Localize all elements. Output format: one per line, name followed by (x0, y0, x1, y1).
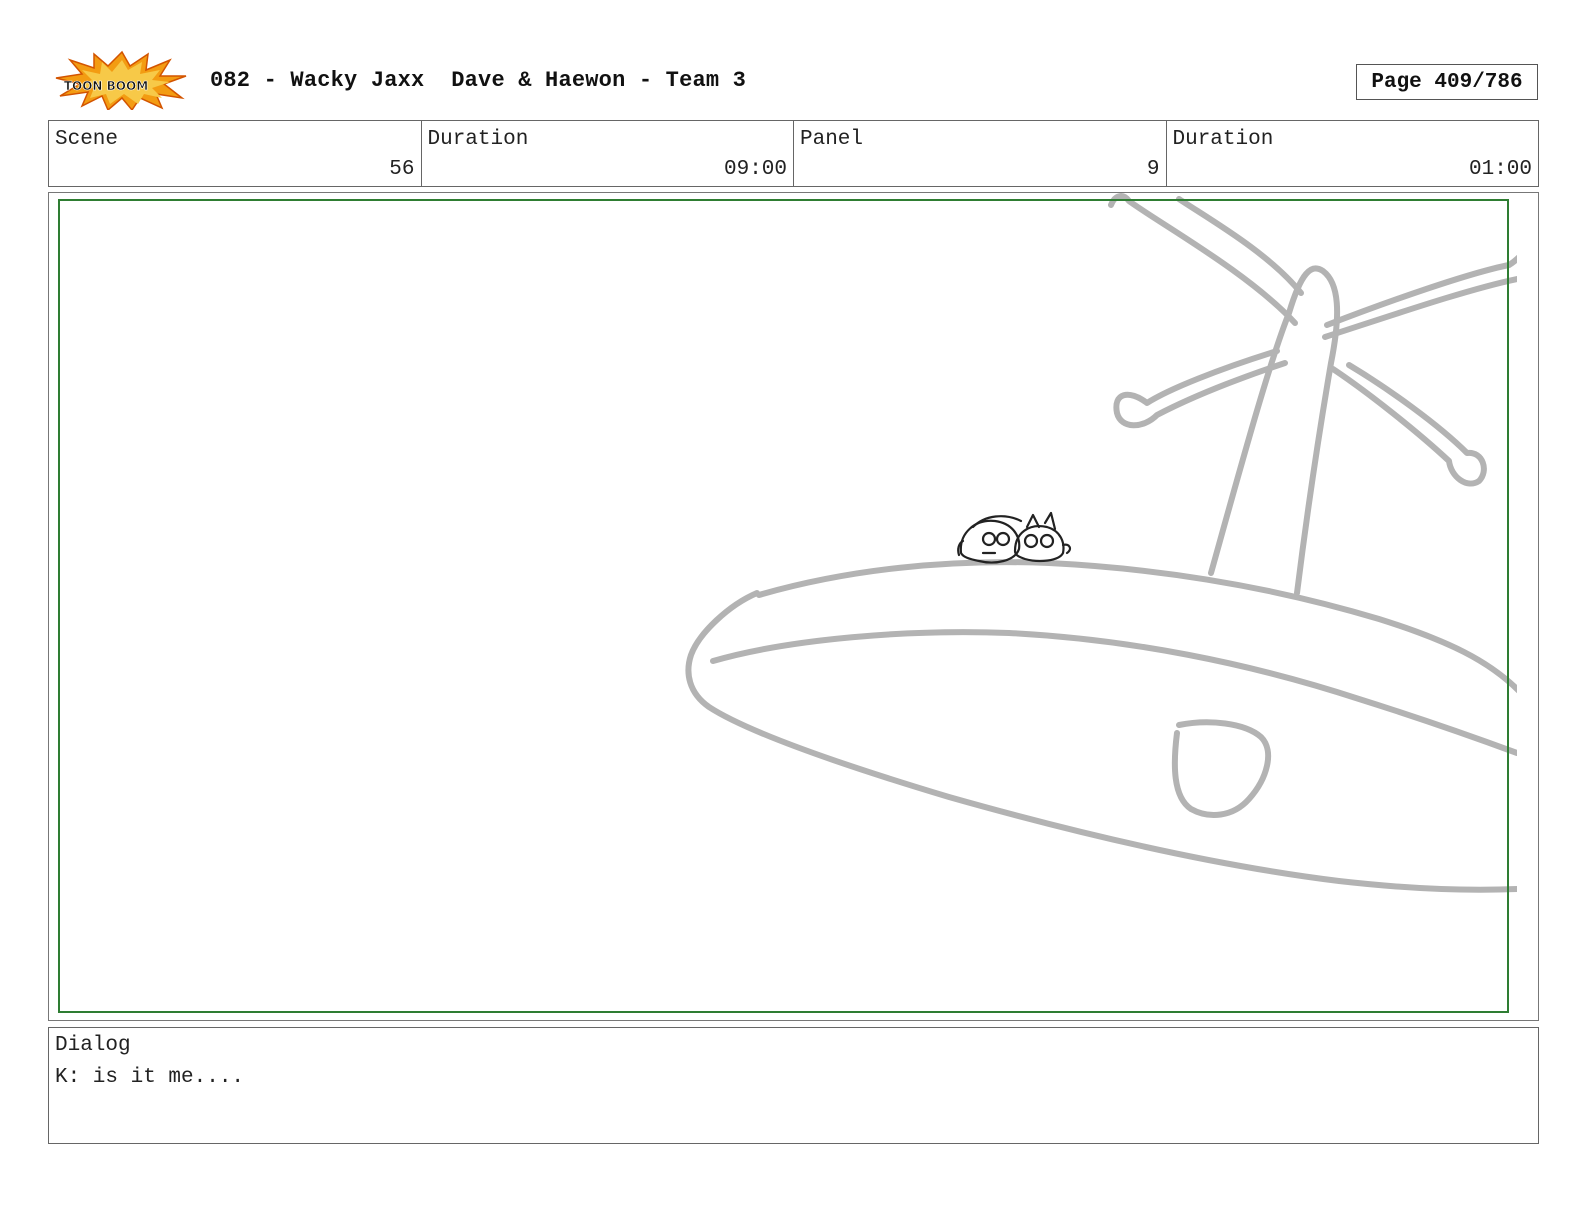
propeller-arm-left (1113, 348, 1288, 429)
page-number: Page 409/786 (1356, 64, 1538, 100)
logo-text: TOON BOOM (64, 79, 148, 93)
ship-body-outline-sketch (685, 590, 1517, 893)
panel-duration-cell: Duration 01:00 (1167, 121, 1539, 186)
toon-boom-logo: TOON BOOM (55, 50, 187, 110)
panel-label: Panel (800, 128, 864, 151)
ship-window-sketch (1171, 719, 1272, 818)
panel-value: 9 (1146, 158, 1160, 181)
dialog-text: K: is it me.... (55, 1066, 245, 1089)
characters-sketch (957, 511, 1072, 564)
storyboard-title: 082 - Wacky Jaxx Dave & Haewon - Team 3 (210, 68, 747, 93)
propeller-mast-sketch (1208, 265, 1341, 596)
dialog-label: Dialog (55, 1034, 131, 1057)
scene-label: Scene (55, 128, 119, 151)
ship-body-top-sketch (756, 559, 1517, 694)
panel-duration-value: 01:00 (1468, 158, 1532, 181)
scene-cell: Scene 56 (49, 121, 422, 186)
scene-value: 56 (389, 158, 415, 181)
panel-artwork (58, 193, 1517, 1013)
panel-duration-label: Duration (1172, 128, 1274, 151)
scene-duration-cell: Duration 09:00 (422, 121, 794, 186)
scene-duration-value: 09:00 (723, 158, 787, 181)
dialog-box: Dialog K: is it me.... (48, 1027, 1539, 1144)
propeller-arm-lower-right (1330, 362, 1487, 487)
ship-body-inner-line (710, 629, 1517, 756)
storyboard-panel (48, 192, 1539, 1021)
panel-cell: Panel 9 (794, 121, 1167, 186)
scene-duration-label: Duration (427, 128, 529, 151)
scene-info-table: Scene 56 Duration 09:00 Panel 9 Duration… (48, 120, 1539, 187)
